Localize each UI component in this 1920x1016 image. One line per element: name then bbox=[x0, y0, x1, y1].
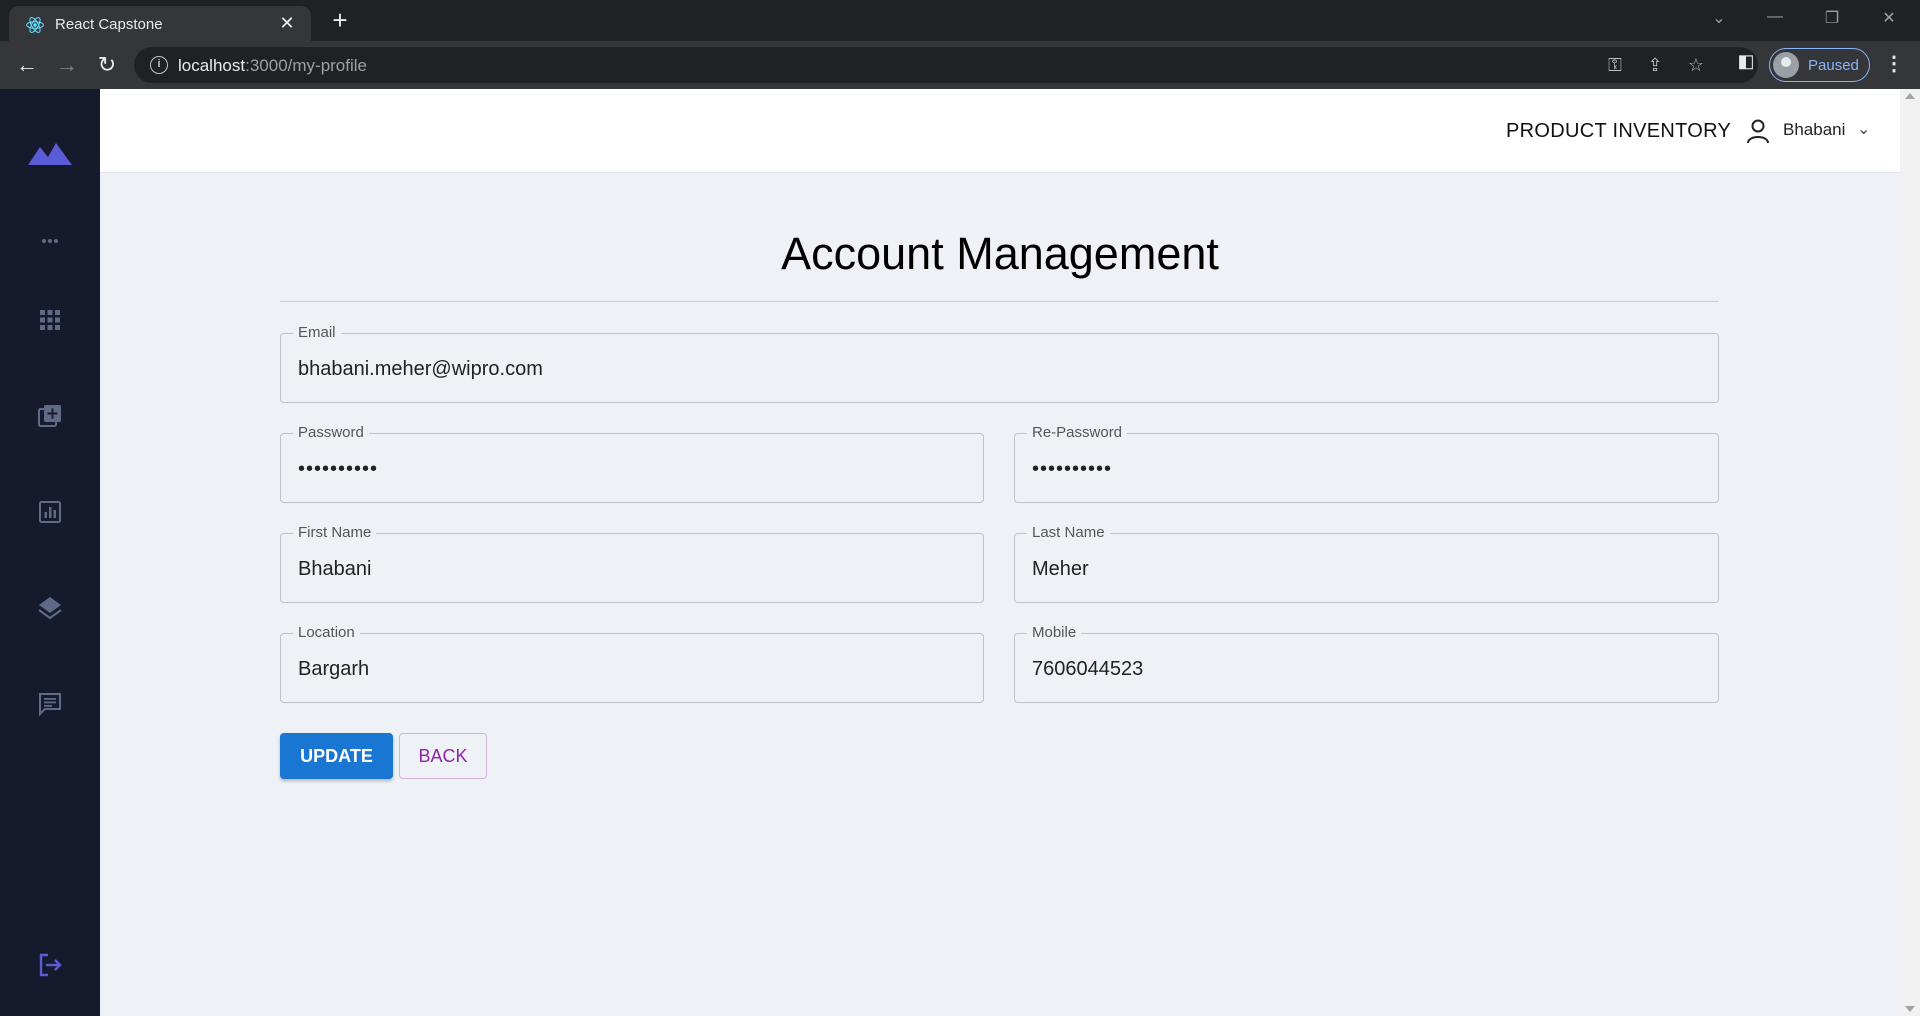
main-content: Account Management Email Password Re-Pas… bbox=[100, 173, 1900, 1016]
restore-icon[interactable]: ❐ bbox=[1820, 8, 1844, 28]
first-name-field: First Name bbox=[280, 524, 984, 603]
sidebar bbox=[0, 89, 100, 1016]
last-name-label: Last Name bbox=[1027, 524, 1110, 541]
forward-arrow-icon[interactable]: → bbox=[53, 51, 81, 79]
close-tab-icon[interactable]: ✕ bbox=[277, 13, 297, 34]
title-divider bbox=[280, 301, 1719, 302]
browser-menu-icon[interactable]: ⋮ bbox=[1884, 51, 1904, 76]
layers-icon[interactable] bbox=[36, 594, 64, 622]
repassword-label: Re-Password bbox=[1027, 424, 1128, 441]
location-label: Location bbox=[293, 624, 360, 641]
key-icon[interactable]: ⚿ bbox=[1604, 55, 1626, 76]
password-label: Password bbox=[293, 424, 369, 441]
add-to-library-icon[interactable] bbox=[36, 402, 64, 430]
last-name-input[interactable] bbox=[1032, 554, 1701, 584]
mobile-label: Mobile bbox=[1027, 624, 1082, 641]
analytics-icon[interactable] bbox=[36, 498, 64, 526]
first-name-label: First Name bbox=[293, 524, 377, 541]
browser-toolbar: ← → ↻ i localhost:3000/my-profile ⚿ ⇪ ☆ … bbox=[0, 41, 1920, 89]
location-input[interactable] bbox=[298, 654, 966, 684]
tab-title: React Capstone bbox=[55, 16, 163, 33]
brand-title[interactable]: PRODUCT INVENTORY bbox=[1506, 120, 1731, 143]
profile-button[interactable]: Paused bbox=[1769, 48, 1870, 82]
react-icon bbox=[26, 17, 44, 33]
share-icon[interactable]: ⇪ bbox=[1644, 55, 1666, 76]
update-button[interactable]: UPDATE bbox=[280, 733, 393, 779]
email-input[interactable] bbox=[298, 354, 1701, 384]
minimize-icon[interactable]: — bbox=[1763, 8, 1787, 26]
new-tab-button[interactable]: + bbox=[326, 6, 354, 34]
user-icon bbox=[1747, 119, 1769, 144]
logout-icon[interactable] bbox=[36, 951, 64, 979]
repassword-field: Re-Password bbox=[1014, 424, 1719, 503]
mobile-input[interactable] bbox=[1032, 654, 1701, 684]
scroll-up-arrow-icon[interactable] bbox=[1905, 93, 1915, 99]
address-bar[interactable]: i localhost:3000/my-profile ⚿ ⇪ ☆ bbox=[134, 47, 1758, 83]
back-arrow-icon[interactable]: ← bbox=[13, 51, 41, 79]
side-panel-icon[interactable]: ◧ bbox=[1733, 51, 1759, 72]
first-name-input[interactable] bbox=[298, 554, 966, 584]
app-viewport: PRODUCT INVENTORY Bhabani ⌄ Account Mana… bbox=[0, 89, 1920, 1016]
bookmark-star-icon[interactable]: ☆ bbox=[1685, 55, 1707, 76]
profile-status: Paused bbox=[1808, 57, 1859, 74]
page-title: Account Management bbox=[781, 228, 1219, 279]
page-scrollbar[interactable] bbox=[1900, 89, 1920, 1016]
apps-grid-icon[interactable] bbox=[36, 306, 64, 334]
last-name-field: Last Name bbox=[1014, 524, 1719, 603]
browser-tab-strip: React Capstone ✕ + ⌄ — ❐ ✕ bbox=[0, 0, 1920, 41]
site-info-icon[interactable]: i bbox=[150, 56, 168, 74]
mobile-field: Mobile bbox=[1014, 624, 1719, 703]
email-field: Email bbox=[280, 324, 1719, 403]
location-field: Location bbox=[280, 624, 984, 703]
browser-tab[interactable]: React Capstone ✕ bbox=[9, 6, 311, 41]
more-horizontal-icon[interactable] bbox=[36, 227, 64, 255]
scroll-down-arrow-icon[interactable] bbox=[1905, 1006, 1915, 1012]
url-text[interactable]: localhost:3000/my-profile bbox=[178, 56, 367, 76]
password-input[interactable] bbox=[298, 454, 966, 484]
repassword-input[interactable] bbox=[1032, 454, 1701, 484]
password-field: Password bbox=[280, 424, 984, 503]
back-button[interactable]: BACK bbox=[399, 733, 487, 779]
profile-avatar bbox=[1773, 52, 1799, 78]
reload-icon[interactable]: ↻ bbox=[93, 51, 121, 79]
chevron-down-icon: ⌄ bbox=[1857, 121, 1871, 138]
email-label: Email bbox=[293, 324, 341, 341]
user-name: Bhabani bbox=[1783, 120, 1846, 139]
tab-search-icon[interactable]: ⌄ bbox=[1707, 8, 1731, 28]
app-header: PRODUCT INVENTORY Bhabani ⌄ bbox=[100, 89, 1900, 173]
chat-icon[interactable] bbox=[36, 690, 64, 718]
close-window-icon[interactable]: ✕ bbox=[1877, 8, 1901, 28]
mountain-logo-icon[interactable] bbox=[28, 139, 72, 165]
